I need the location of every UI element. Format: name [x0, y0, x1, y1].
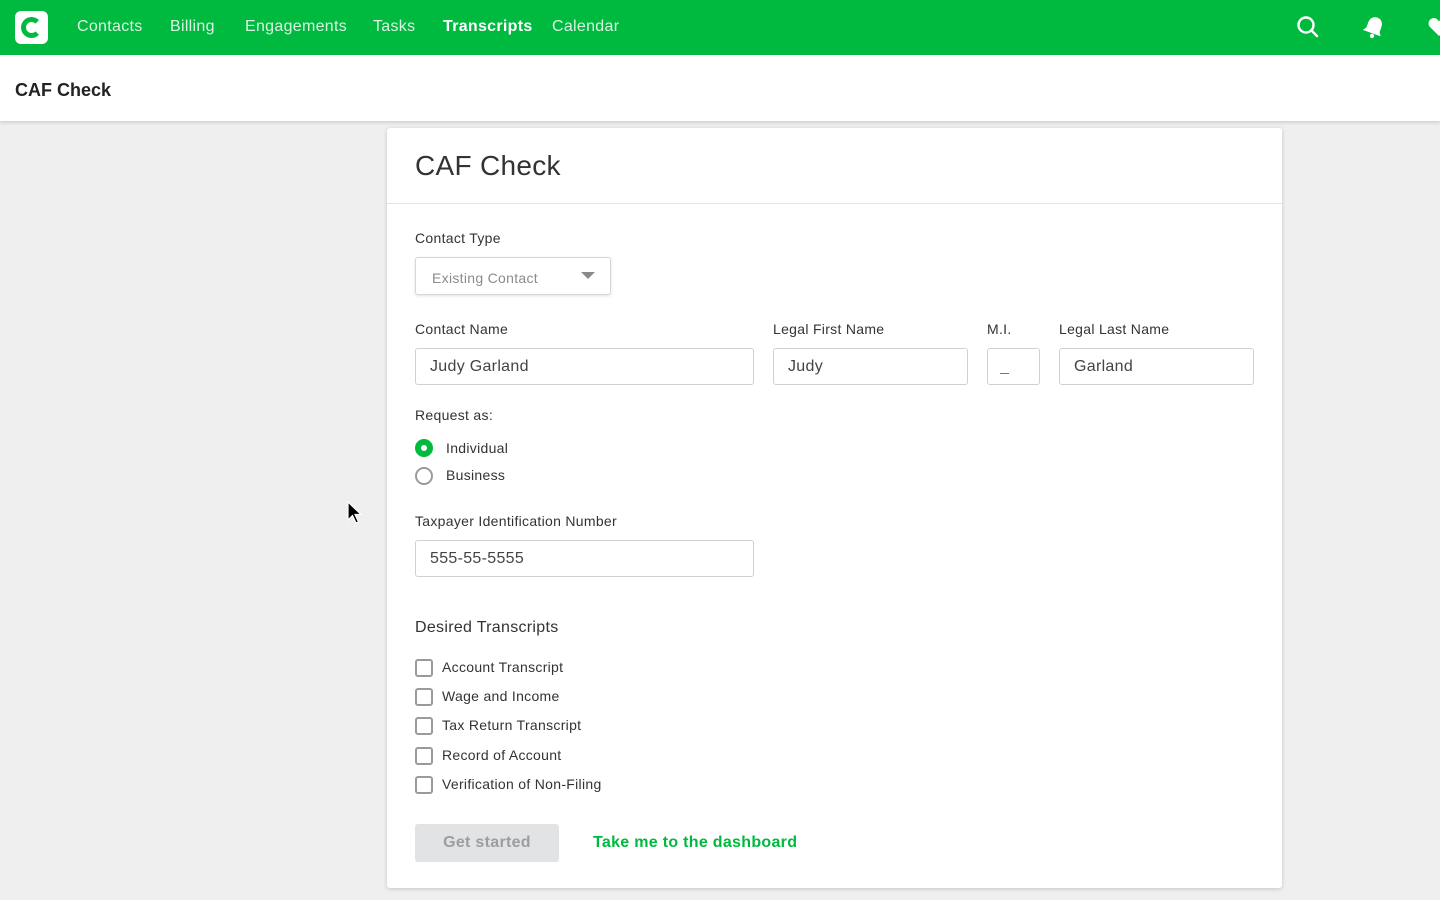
checkbox-record-of-account[interactable] — [415, 747, 433, 765]
checkbox-wage-and-income-label[interactable]: Wage and Income — [442, 688, 560, 704]
logo-c-icon — [21, 17, 42, 38]
checkbox-verification-non-filing-label[interactable]: Verification of Non-Filing — [442, 776, 602, 792]
card-header: CAF Check — [387, 128, 1282, 204]
contact-type-select[interactable]: Existing Contact — [415, 257, 611, 295]
contact-type-label: Contact Type — [415, 230, 501, 246]
contact-type-value: Existing Contact — [432, 270, 538, 286]
nav-billing[interactable]: Billing — [170, 18, 215, 36]
page-title: CAF Check — [15, 80, 112, 100]
nav-engagements[interactable]: Engagements — [245, 18, 347, 36]
checkbox-account-transcript-label[interactable]: Account Transcript — [442, 659, 563, 675]
radio-individual[interactable] — [415, 439, 433, 457]
first-name-label: Legal First Name — [773, 321, 885, 337]
checkbox-account-transcript[interactable] — [415, 659, 433, 677]
app-logo[interactable] — [15, 11, 48, 44]
dashboard-link[interactable]: Take me to the dashboard — [593, 834, 797, 852]
tin-input[interactable] — [415, 540, 754, 577]
card-title: CAF Check — [415, 150, 561, 181]
checkbox-tax-return-transcript-label[interactable]: Tax Return Transcript — [442, 717, 581, 733]
nav-tasks[interactable]: Tasks — [373, 18, 415, 36]
radio-individual-label[interactable]: Individual — [446, 440, 508, 456]
mouse-cursor-icon — [347, 501, 363, 524]
checkbox-verification-non-filing[interactable] — [415, 776, 433, 794]
checkbox-record-of-account-label[interactable]: Record of Account — [442, 747, 562, 763]
caf-check-card: CAF Check Contact Type Existing Contact … — [387, 128, 1282, 888]
chevron-down-icon — [581, 272, 595, 279]
nav-contacts[interactable]: Contacts — [77, 18, 143, 36]
first-name-input[interactable] — [773, 348, 968, 385]
contact-name-label: Contact Name — [415, 321, 509, 337]
last-name-input[interactable] — [1059, 348, 1254, 385]
checkbox-tax-return-transcript[interactable] — [415, 717, 433, 735]
bell-icon[interactable] — [1361, 14, 1387, 40]
radio-business-label[interactable]: Business — [446, 467, 505, 483]
nav-transcripts[interactable]: Transcripts — [443, 18, 533, 36]
desired-transcripts-title: Desired Transcripts — [415, 619, 559, 636]
tin-label: Taxpayer Identification Number — [415, 513, 617, 529]
top-nav: Contacts Billing Engagements Tasks Trans… — [0, 0, 1440, 55]
page-header: CAF Check — [0, 55, 1440, 121]
search-icon[interactable] — [1295, 14, 1321, 40]
heart-icon[interactable] — [1426, 14, 1440, 40]
mi-label: M.I. — [987, 321, 1012, 337]
contact-name-input[interactable] — [415, 348, 754, 385]
request-as-label: Request as: — [415, 407, 494, 423]
nav-calendar[interactable]: Calendar — [552, 18, 619, 36]
radio-business[interactable] — [415, 467, 433, 485]
get-started-button[interactable]: Get started — [415, 824, 559, 862]
checkbox-wage-and-income[interactable] — [415, 688, 433, 706]
last-name-label: Legal Last Name — [1059, 321, 1170, 337]
mi-input[interactable] — [987, 348, 1040, 385]
